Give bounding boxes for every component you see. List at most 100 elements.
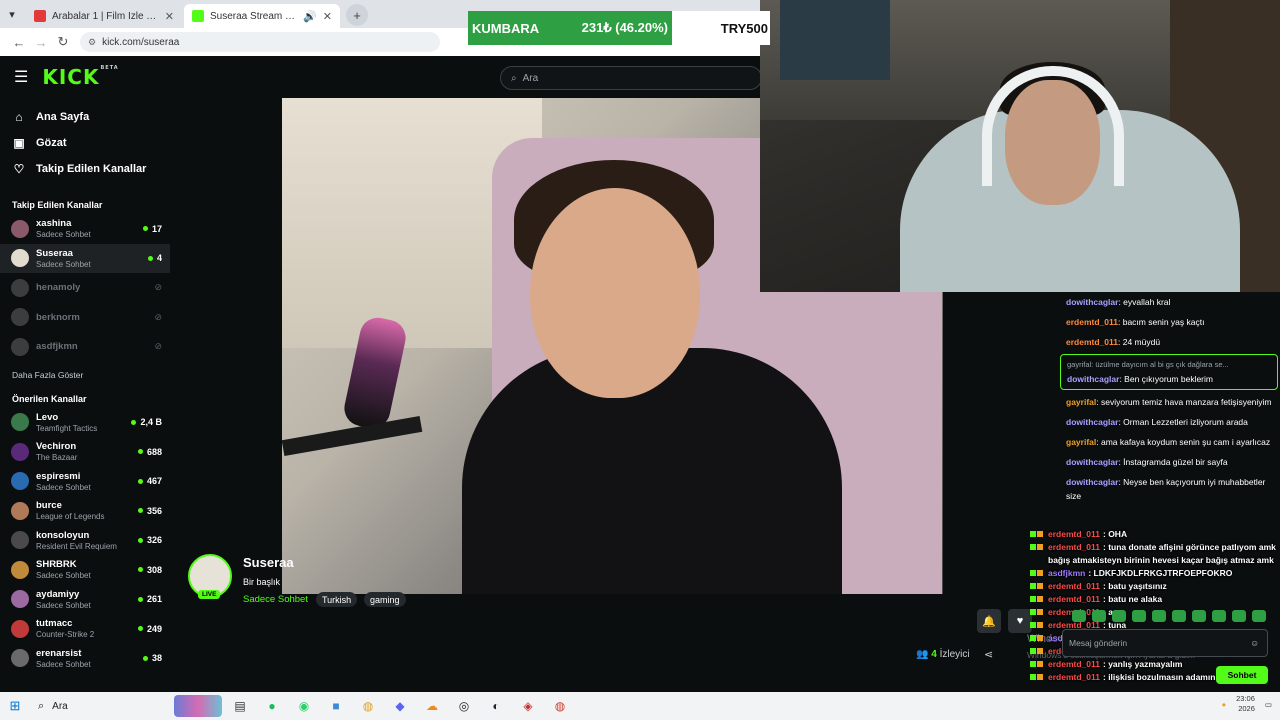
nav-browse[interactable]: ▣ Gözat [0, 130, 170, 156]
chat-username[interactable]: dowithcaglar [1066, 297, 1118, 307]
site-info-icon[interactable]: ⚙ [88, 37, 96, 48]
chat-message[interactable]: dowithcaglar: İnstagramda güzel bir sayf… [1058, 452, 1280, 472]
chat-message[interactable]: dowithcaglar: Orman Lezzetleri izliyorum… [1058, 412, 1280, 432]
share-icon[interactable]: ⋖ [984, 648, 993, 661]
emote-icon[interactable] [1092, 610, 1106, 622]
recommended-channel-item[interactable]: burce League of Legends 356 [0, 496, 170, 526]
back-arrow-icon[interactable]: ← [8, 35, 30, 50]
kick-logo[interactable]: KICKBETA [42, 65, 118, 89]
obs-icon[interactable]: ◎ [454, 696, 474, 716]
badge-icon [1030, 596, 1036, 602]
badge-icon [1037, 544, 1043, 550]
search-highlight-image[interactable] [174, 695, 222, 717]
emote-icon[interactable] [1252, 610, 1266, 622]
steam-icon[interactable]: ◐ [486, 696, 506, 716]
chat-message[interactable]: dowithcaglar: eyvallah kral [1058, 292, 1280, 312]
chat-username[interactable]: dowithcaglar [1066, 477, 1118, 487]
tag-gaming[interactable]: gaming [364, 592, 406, 607]
nav-following[interactable]: ♡ Takip Edilen Kanallar [0, 156, 170, 182]
taskbar-clock[interactable]: 23:06 2026 [1236, 694, 1255, 714]
chat-message[interactable]: dowithcaglar: Neyse ben kaçıyorum iyi mu… [1058, 472, 1280, 506]
tag-turkish[interactable]: Turkish [316, 592, 358, 607]
browser-tab-kick[interactable]: Suseraa Stream - Watch Live 🔊 ✕ [184, 4, 340, 28]
search-input[interactable]: ⌕ Ara [500, 66, 762, 90]
emote-icon[interactable] [1152, 610, 1166, 622]
chat-username[interactable]: dowithcaglar [1066, 457, 1118, 467]
chat-username[interactable]: dowithcaglar [1066, 417, 1118, 427]
chrome-active-icon[interactable]: ◍ [550, 696, 570, 716]
followed-channel-item[interactable]: Suseraa Sadece Sohbet 4 [0, 243, 170, 273]
chat-username[interactable]: erdemtd_011 [1066, 337, 1118, 347]
whatsapp-icon[interactable]: ◉ [294, 696, 314, 716]
cloud-icon[interactable]: ☁ [422, 696, 442, 716]
windows-start-icon[interactable]: ⊞ [0, 698, 30, 714]
kick-favicon-icon [192, 10, 204, 22]
browser-tab-film[interactable]: Arabalar 1 | Film İzle | HD Film... ✕ [26, 4, 182, 28]
recommended-channel-item[interactable]: tutmacc Counter-Strike 2 249 [0, 614, 170, 644]
chat-message[interactable]: gayrifal: üzülme dayıcım al bi gs çık da… [1060, 354, 1278, 390]
chat-message[interactable]: erdemtd_011: bacım senin yaş kaçtı [1058, 312, 1280, 332]
close-tab-icon[interactable]: ✕ [165, 10, 174, 23]
recommended-channel-item[interactable]: Levo Teamfight Tactics 2,4 B [0, 408, 170, 438]
weather-icon[interactable]: ● [1222, 700, 1227, 709]
notification-bell-button[interactable]: 🔔 [977, 609, 1001, 633]
chat-message[interactable]: gayrifal: ama kafaya koydum senin şu cam… [1058, 432, 1280, 452]
app-icon[interactable]: ◈ [518, 696, 538, 716]
channel-viewer-count: 688 [137, 447, 162, 457]
chat-send-button[interactable]: Sohbet [1216, 666, 1268, 684]
emote-icon[interactable] [1112, 610, 1126, 622]
badge-icon [1030, 635, 1036, 641]
reload-icon[interactable]: ↻ [52, 34, 74, 50]
chat-username[interactable]: dowithcaglar [1067, 374, 1119, 384]
chat-message[interactable]: gayrifal: seviyorum temiz hava manzara f… [1058, 392, 1280, 412]
task-view-icon[interactable]: ▤ [230, 696, 250, 716]
live-dot-icon [147, 255, 153, 261]
recommended-channel-item[interactable]: erenarsist Sadece Sohbet 38 [0, 644, 170, 674]
recommended-channel-item[interactable]: aydamiyy Sadece Sohbet 261 [0, 585, 170, 615]
search-placeholder: Ara [522, 72, 539, 84]
discord-icon[interactable]: ◆ [390, 696, 410, 716]
speaker-icon[interactable]: 🔊 [303, 10, 317, 23]
chat-username[interactable]: gayrifal [1066, 397, 1096, 407]
new-tab-button[interactable]: + [346, 4, 368, 26]
chrome-icon[interactable]: ◍ [358, 696, 378, 716]
followed-channel-item[interactable]: berknorm ⊘ [0, 303, 170, 333]
chat-text: Orman Lezzetleri izliyorum arada [1123, 417, 1248, 427]
followed-channel-item[interactable]: xashina Sadece Sohbet 17 [0, 214, 170, 244]
tab-list-chevron-icon[interactable]: ▾ [0, 0, 24, 28]
spotify-icon[interactable]: ● [262, 696, 282, 716]
emote-icon[interactable] [1212, 610, 1226, 622]
chat-badges [1030, 596, 1048, 602]
taskbar-search[interactable]: ⌕ Ara [30, 695, 160, 717]
badge-icon [1030, 648, 1036, 654]
stream-title: Bir başlık [243, 577, 281, 587]
notification-icon[interactable]: ▭ [1265, 700, 1272, 709]
streamer-name[interactable]: Suseraa [243, 555, 294, 570]
show-more-link[interactable]: Daha Fazla Göster [0, 370, 170, 380]
chat-username[interactable]: erdemtd_011 [1066, 317, 1118, 327]
chat-message[interactable]: erdemtd_011: 24 müydü [1058, 332, 1280, 352]
stream-category-link[interactable]: Sadece Sohbet [243, 594, 308, 605]
recommended-channel-item[interactable]: SHRBRK Sadece Sohbet 308 [0, 555, 170, 585]
recommended-channel-item[interactable]: espiresmi Sadece Sohbet 467 [0, 467, 170, 497]
emoji-picker-icon[interactable]: ☺ [1250, 638, 1259, 648]
emote-icon[interactable] [1232, 610, 1246, 622]
forward-arrow-icon[interactable]: → [30, 35, 52, 50]
chat-username[interactable]: gayrifal [1066, 437, 1096, 447]
emote-icon[interactable] [1132, 610, 1146, 622]
emote-icon[interactable] [1072, 610, 1086, 622]
follow-heart-button[interactable]: ♥ [1008, 609, 1032, 633]
recommended-channel-item[interactable]: konsoloyun Resident Evil Requiem 326 [0, 526, 170, 556]
url-input[interactable]: ⚙ kick.com/suseraa [80, 32, 440, 52]
followed-channel-item[interactable]: asdfjkmn ⊘ [0, 332, 170, 362]
emote-icon[interactable] [1172, 610, 1186, 622]
followed-channel-item[interactable]: henamoly ⊘ [0, 273, 170, 303]
recommended-channel-item[interactable]: Vechiron The Bazaar 688 [0, 437, 170, 467]
nav-home[interactable]: ⌂ Ana Sayfa [0, 104, 170, 130]
hamburger-menu-icon[interactable]: ☰ [14, 67, 28, 87]
chat-message-input[interactable]: Mesaj gönderin ☺ [1062, 629, 1268, 657]
close-tab-icon[interactable]: ✕ [323, 10, 332, 23]
file-explorer-icon[interactable]: ■ [326, 696, 346, 716]
overlay-username: erdemtd_011 [1048, 594, 1100, 604]
emote-icon[interactable] [1192, 610, 1206, 622]
